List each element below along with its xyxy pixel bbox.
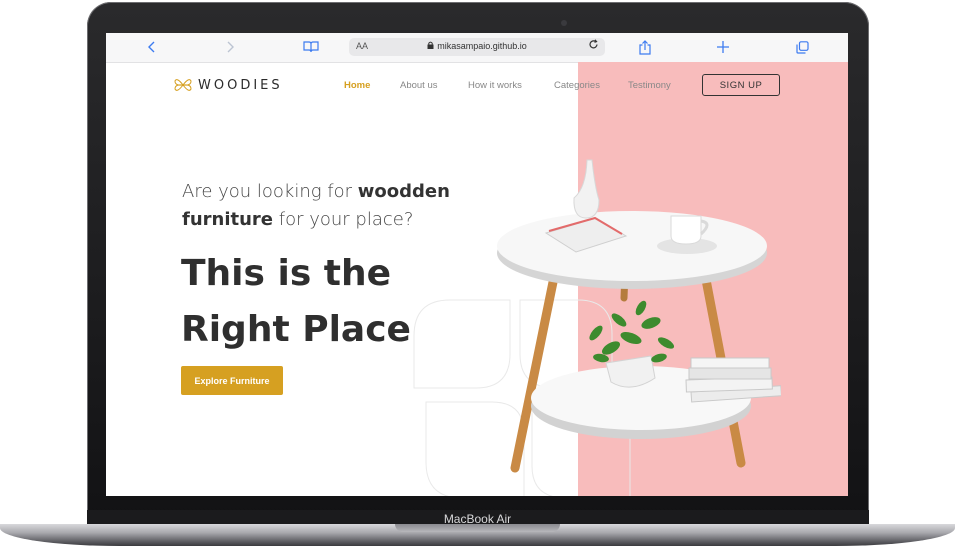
book-icon[interactable] (302, 38, 320, 56)
hero-lead: Are you looking for woodden furniture for… (182, 178, 482, 234)
share-icon[interactable] (636, 38, 654, 56)
nav-about-us[interactable]: About us (400, 80, 438, 91)
brand-logo[interactable]: WOODIES (173, 75, 283, 95)
lead-text-1: Are you looking for (182, 181, 358, 202)
lock-icon (427, 41, 434, 51)
explore-furniture-button[interactable]: Explore Furniture (181, 366, 283, 395)
brand-name: WOODIES (198, 77, 283, 93)
lead-bold-2: furniture (182, 209, 274, 230)
nav-testimony[interactable]: Testimony (628, 80, 671, 91)
plus-icon[interactable] (714, 38, 732, 56)
side-table-image (497, 159, 781, 473)
url-text: mikasampaio.github.io (437, 41, 527, 51)
lead-text-2: for your place? (273, 209, 414, 230)
hero-headline: This is the Right Place (181, 246, 501, 358)
lead-bold-1: woodden (357, 181, 450, 202)
nav-categories[interactable]: Categories (554, 80, 600, 91)
browser-toolbar: AA mikasampaio.github.io (106, 33, 848, 63)
chevron-left-icon[interactable] (143, 38, 161, 56)
headline-line-1: This is the (181, 253, 392, 294)
headline-line-2: Right Place (181, 309, 411, 350)
address-bar[interactable]: AA mikasampaio.github.io (349, 38, 605, 56)
screen: AA mikasampaio.github.io WOODIES Home Ab… (106, 33, 848, 496)
leaf-logo-icon (174, 79, 192, 91)
reload-icon[interactable] (588, 39, 599, 53)
nav-how-it-works[interactable]: How it works (468, 80, 522, 91)
chevron-right-icon[interactable] (221, 38, 239, 56)
camera-icon (561, 20, 567, 26)
tabs-icon[interactable] (793, 38, 811, 56)
sign-up-button[interactable]: SIGN UP (702, 74, 780, 96)
laptop-notch (395, 524, 560, 532)
nav-home[interactable]: Home (344, 80, 370, 91)
